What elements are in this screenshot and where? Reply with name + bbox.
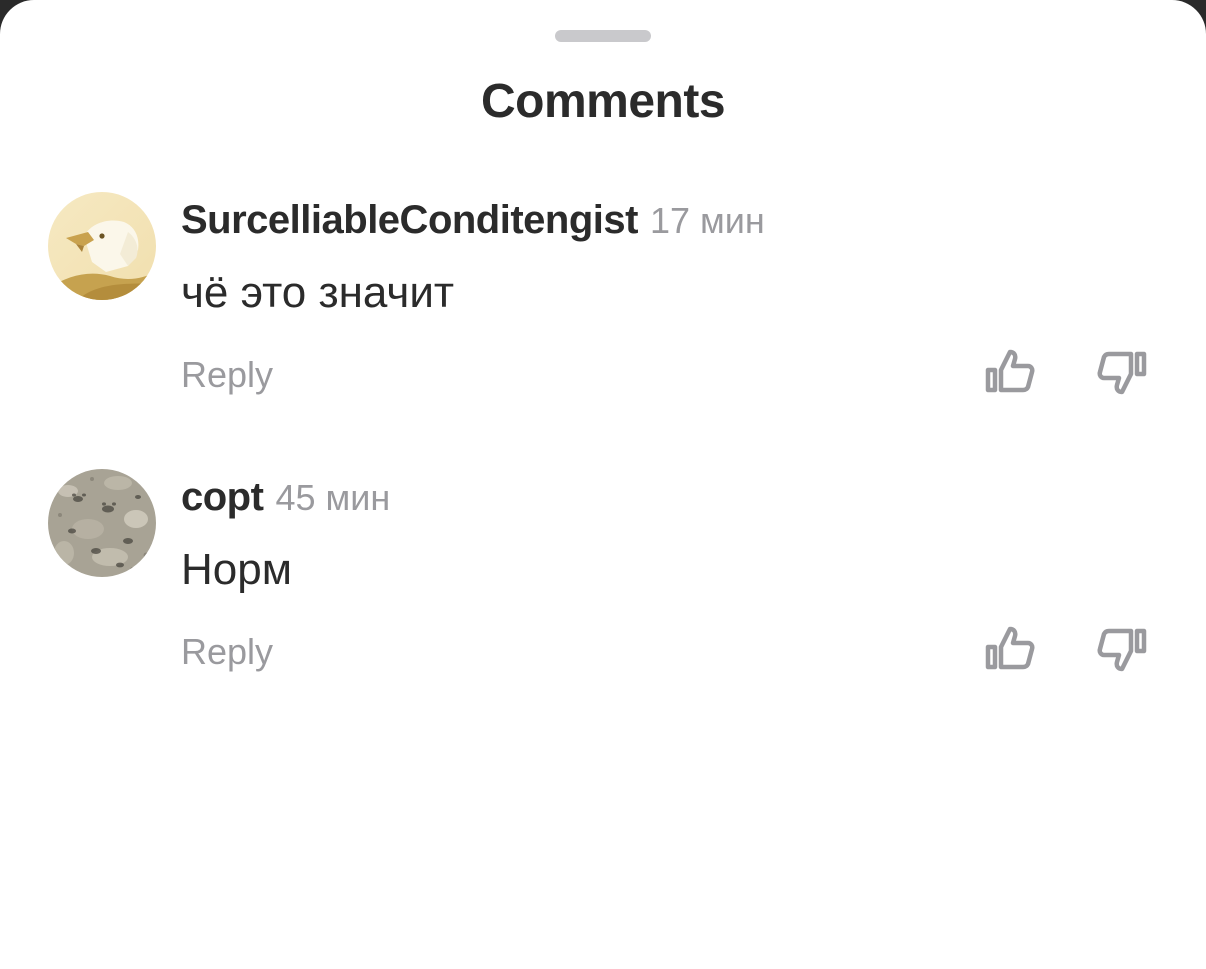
comment-text: Норм: [181, 545, 292, 594]
comment-timestamp: 45 мин: [275, 477, 391, 518]
sand-footprints-image-icon: [48, 469, 156, 577]
comment-header: copt 45 мин: [181, 475, 390, 520]
like-button[interactable]: [982, 344, 1038, 400]
comments-sheet: Comments SurcelliableConditengist 17 мин…: [0, 0, 1206, 969]
comment-username[interactable]: copt: [181, 475, 264, 519]
like-button[interactable]: [982, 621, 1038, 677]
comment-text: чё это значит: [181, 268, 455, 317]
eagle-logo-icon: [48, 192, 156, 300]
sheet-grabber-handle[interactable]: [555, 30, 651, 42]
comment-item: copt 45 мин Норм Reply: [0, 469, 1206, 699]
thumbs-down-icon: [1097, 351, 1147, 395]
dislike-button[interactable]: [1094, 621, 1150, 677]
sheet-title: Comments: [480, 75, 726, 128]
thumbs-up-icon: [985, 349, 1035, 393]
avatar[interactable]: [48, 192, 156, 300]
thumbs-up-icon: [985, 626, 1035, 670]
reply-button[interactable]: Reply: [181, 354, 273, 396]
dislike-button[interactable]: [1094, 344, 1150, 400]
thumbs-down-icon: [1097, 628, 1147, 672]
avatar[interactable]: [48, 469, 156, 577]
reply-button[interactable]: Reply: [181, 631, 273, 673]
comment-header: SurcelliableConditengist 17 мин: [181, 198, 765, 243]
comment-username[interactable]: SurcelliableConditengist: [181, 198, 638, 242]
comment-item: SurcelliableConditengist 17 мин чё это зн…: [0, 192, 1206, 422]
comment-timestamp: 17 мин: [649, 200, 765, 241]
